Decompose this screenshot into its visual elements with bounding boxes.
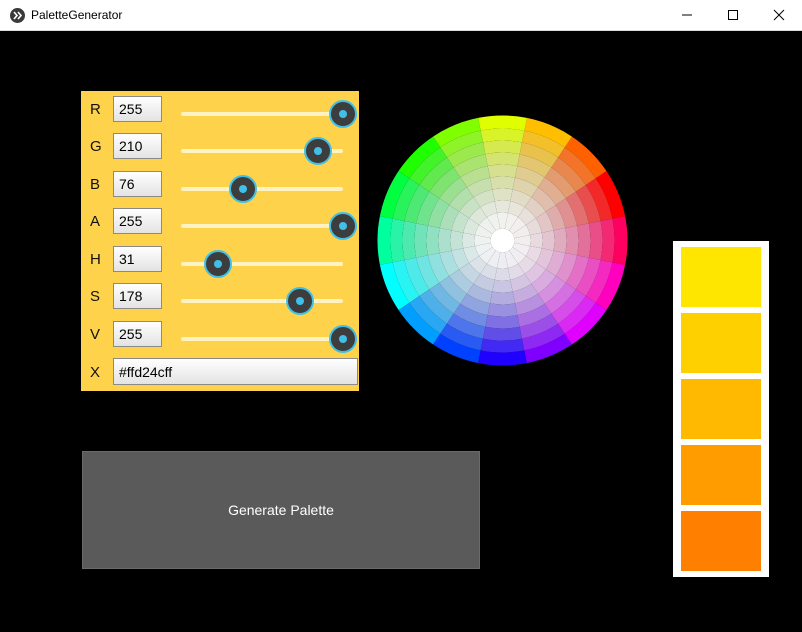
channel-label-r: R (90, 101, 101, 118)
channel-label-g: G (90, 138, 102, 155)
channel-value-input-r[interactable]: 255 (113, 96, 162, 122)
color-wheel-segment[interactable] (588, 220, 603, 261)
channel-slider-track-b[interactable] (181, 187, 343, 191)
color-wheel-segment[interactable] (612, 216, 628, 265)
maximize-icon (728, 10, 738, 20)
color-wheel-segment[interactable] (600, 218, 615, 263)
color-wheel-segment[interactable] (482, 326, 523, 341)
hex-value-input[interactable]: #ffd24cff (113, 358, 358, 385)
color-wheel-segment[interactable] (482, 140, 523, 155)
color-wheel-segment[interactable] (490, 291, 515, 305)
minimize-icon (682, 14, 692, 16)
channel-value-input-s[interactable]: 178 (113, 283, 162, 309)
color-wheel-segment[interactable] (450, 230, 464, 251)
palette-swatch[interactable] (681, 247, 761, 307)
generate-palette-label: Generate Palette (228, 502, 334, 518)
color-wheel-segment[interactable] (487, 164, 518, 178)
channel-slider-track-v[interactable] (181, 337, 343, 341)
color-wheel-segment[interactable] (480, 338, 525, 353)
color-wheel-segment[interactable] (494, 200, 511, 214)
channel-slider-thumb-r[interactable] (329, 100, 357, 128)
color-wheel-segment[interactable] (462, 232, 476, 249)
minimize-button[interactable] (664, 0, 710, 30)
palette-swatch[interactable] (681, 379, 761, 439)
color-wheel-segment[interactable] (478, 115, 527, 131)
channel-slider-thumb-b[interactable] (229, 175, 258, 203)
color-wheel-segment[interactable] (478, 350, 527, 366)
app-icon (10, 8, 25, 23)
color-wheel-segment[interactable] (494, 267, 511, 281)
window-title: PaletteGenerator (31, 8, 123, 22)
window-titlebar: PaletteGenerator (0, 0, 802, 31)
color-wheel-segment[interactable] (485, 315, 520, 329)
color-wheel-segment[interactable] (402, 220, 417, 261)
palette-swatch[interactable] (681, 313, 761, 373)
color-wheel-segment[interactable] (490, 176, 515, 190)
channel-label-a: A (90, 213, 101, 230)
color-wheel-segment[interactable] (480, 128, 525, 143)
color-wheel-segment[interactable] (438, 228, 452, 253)
channel-label-s: S (90, 288, 101, 305)
color-wheel-segment[interactable] (487, 303, 518, 317)
channel-slider-track-r[interactable] (181, 112, 343, 116)
color-wheel-segment[interactable] (577, 223, 591, 258)
channel-value-input-a[interactable]: 255 (113, 208, 162, 234)
close-icon (773, 9, 785, 21)
color-wheel-segment[interactable] (553, 228, 567, 253)
color-wheel-segment[interactable] (541, 230, 555, 251)
generate-palette-button[interactable]: Generate Palette (82, 451, 480, 569)
palette-swatch[interactable] (681, 511, 761, 571)
channel-value-input-g[interactable]: 210 (113, 133, 162, 159)
color-wheel-center[interactable] (490, 228, 515, 253)
maximize-button[interactable] (710, 0, 756, 30)
channel-value-input-v[interactable]: 255 (113, 321, 162, 347)
channel-slider-thumb-v[interactable] (329, 325, 357, 353)
color-wheel-segment[interactable] (492, 279, 513, 293)
channel-slider-thumb-g[interactable] (303, 137, 332, 165)
close-button[interactable] (756, 0, 802, 30)
color-wheel-segment[interactable] (414, 223, 428, 258)
channel-slider-track-a[interactable] (181, 224, 343, 228)
channel-value-input-h[interactable]: 31 (113, 246, 162, 272)
color-wheel-segment[interactable] (565, 225, 579, 256)
channel-slider-thumb-a[interactable] (329, 212, 357, 240)
color-wheel-segment[interactable] (377, 216, 393, 265)
channel-label-v: V (90, 326, 101, 343)
color-wheel-segment[interactable] (529, 232, 543, 249)
channel-slider-thumb-s[interactable] (286, 287, 315, 315)
channel-label-b: B (90, 176, 101, 193)
channel-slider-track-s[interactable] (181, 299, 343, 303)
palette-swatch-strip (673, 241, 769, 577)
channel-value-input-b[interactable]: 76 (113, 171, 162, 197)
color-wheel-segment[interactable] (492, 188, 513, 202)
channel-label-h: H (90, 251, 101, 268)
palette-swatch[interactable] (681, 445, 761, 505)
color-wheel-segment[interactable] (390, 218, 405, 263)
channel-slider-thumb-h[interactable] (204, 250, 233, 278)
color-wheel-segment[interactable] (485, 152, 520, 166)
color-wheel-segment[interactable] (426, 225, 440, 256)
color-wheel[interactable] (377, 115, 628, 366)
hex-label: X (90, 364, 101, 381)
color-controls-panel: R 255 G 210 B 76 A 255 H 31 S 178 V 255 X #ffd24cff (81, 91, 359, 391)
